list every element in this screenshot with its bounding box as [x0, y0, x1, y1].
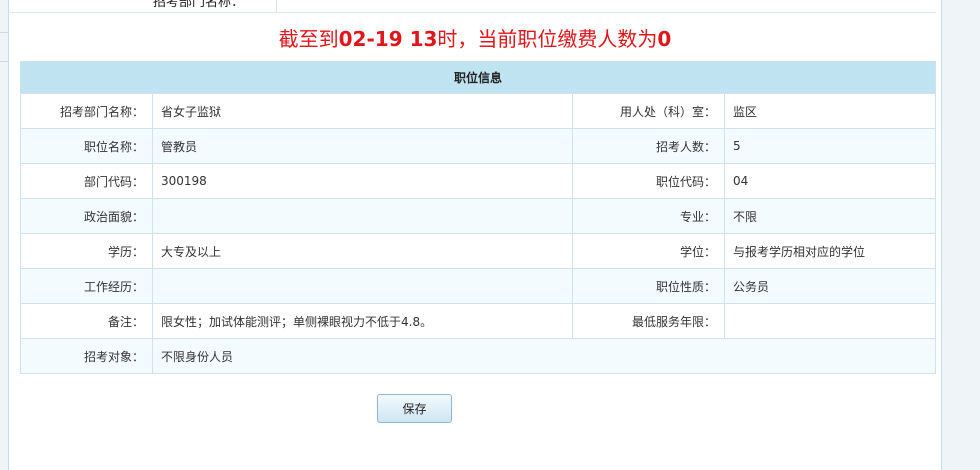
position-code-value: 04: [723, 163, 937, 199]
office-label: 用人处（科）室：: [572, 93, 725, 129]
work-experience-label: 工作经历：: [20, 268, 153, 304]
degree-value: 与报考学历相对应的学位: [723, 233, 937, 269]
table-row: 招考对象： 不限身份人员: [20, 338, 937, 374]
payment-count-banner: 截至到02-19 13时，当前职位缴费人数为0: [9, 24, 941, 54]
position-code-label: 职位代码：: [572, 163, 725, 199]
remarks-value: 限女性；加试体能测评；单侧裸眼视力不低于4.8。: [152, 303, 573, 339]
work-experience-value: [152, 268, 573, 304]
target-applicants-value: 不限身份人员: [151, 338, 937, 374]
table-row: 工作经历： 职位性质： 公务员: [20, 268, 937, 304]
dept-name-label: 招考部门名称：: [20, 93, 153, 129]
position-name-label: 职位名称：: [20, 128, 153, 164]
education-label: 学历：: [20, 233, 153, 269]
position-name-value: 管教员: [152, 128, 573, 164]
previous-table-edge: 招考部门名称：: [10, 0, 936, 13]
table-row: 招考部门名称： 省女子监狱 用人处（科）室： 监区: [20, 93, 937, 129]
banner-count: 0: [657, 27, 672, 51]
table-row: 学历： 大专及以上 学位： 与报考学历相对应的学位: [20, 233, 937, 269]
clipped-label: 招考部门名称：: [153, 0, 245, 10]
education-value: 大专及以上: [152, 233, 573, 269]
degree-label: 学位：: [572, 233, 725, 269]
dept-name-value: 省女子监狱: [152, 93, 573, 129]
remarks-label: 备注：: [20, 303, 153, 339]
left-frame-edge: [0, 0, 9, 470]
table-row: 职位名称： 管教员 招考人数： 5: [20, 128, 937, 164]
banner-prefix: 截至到: [278, 27, 339, 51]
banner-hour: 13: [409, 27, 438, 51]
dept-code-value: 300198: [152, 163, 573, 199]
min-service-years-value: [723, 303, 937, 339]
office-value: 监区: [723, 93, 937, 129]
banner-middle: 时，当前职位缴费人数为: [437, 27, 658, 51]
banner-date: 02-19: [338, 27, 403, 51]
table-row: 备注： 限女性；加试体能测评；单侧裸眼视力不低于4.8。 最低服务年限：: [20, 303, 937, 339]
position-type-value: 公务员: [723, 268, 937, 304]
headcount-label: 招考人数：: [572, 128, 725, 164]
political-status-label: 政治面貌：: [20, 198, 153, 234]
banner-space: [403, 27, 410, 51]
major-value: 不限: [723, 198, 937, 234]
target-applicants-label: 招考对象：: [20, 338, 153, 374]
headcount-value: 5: [723, 128, 937, 164]
actions-bar: 保存: [377, 394, 452, 423]
min-service-years-label: 最低服务年限：: [572, 303, 725, 339]
position-type-label: 职位性质：: [572, 268, 725, 304]
table-title: 职位信息: [19, 61, 937, 94]
position-info-table: 职位信息 招考部门名称： 省女子监狱 用人处（科）室： 监区 职位名称： 管教员…: [19, 61, 937, 374]
dept-code-label: 部门代码：: [20, 163, 153, 199]
save-button[interactable]: 保存: [377, 394, 452, 423]
political-status-value: [152, 198, 573, 234]
major-label: 专业：: [572, 198, 725, 234]
table-row: 政治面貌： 专业： 不限: [20, 198, 937, 234]
right-scroll-area: [941, 0, 980, 470]
table-row: 部门代码： 300198 职位代码： 04: [20, 163, 937, 199]
